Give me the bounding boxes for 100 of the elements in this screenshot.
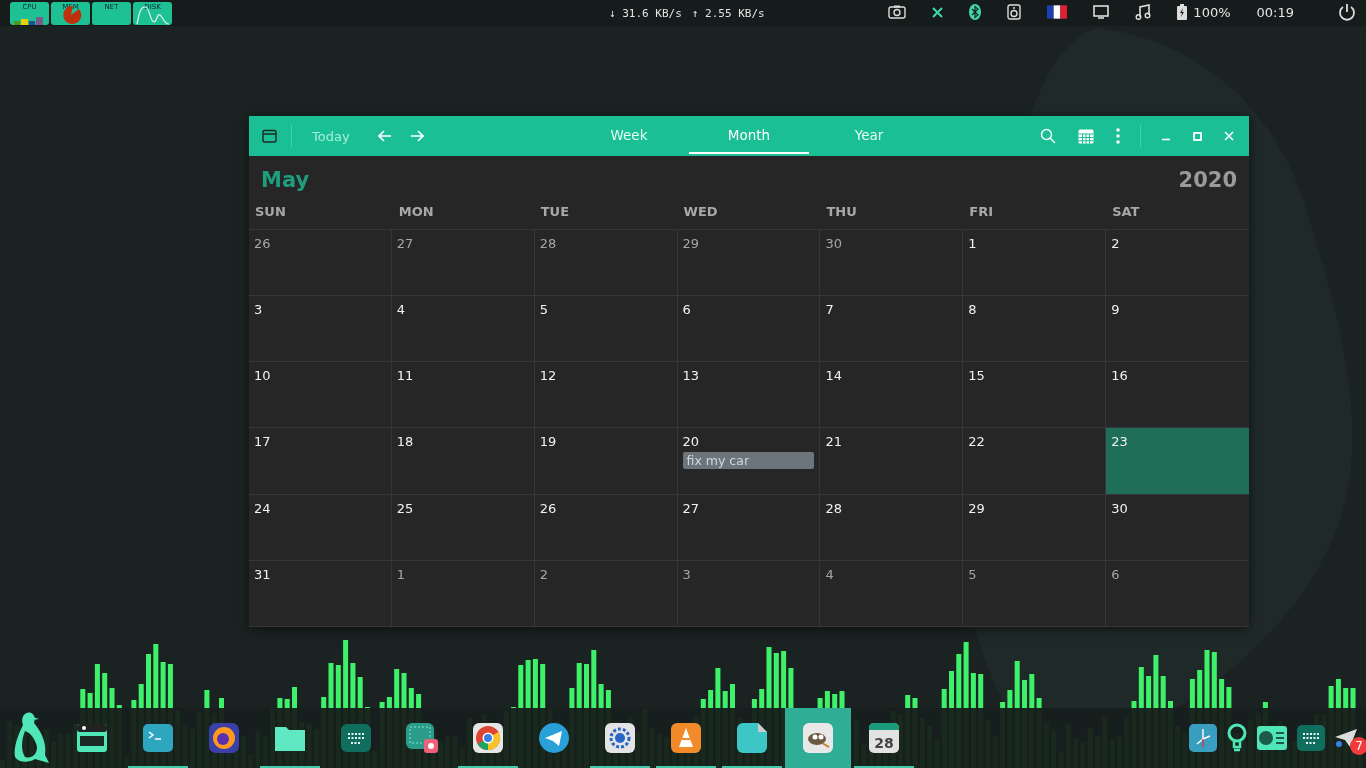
settings-icon xyxy=(604,722,636,754)
day-cell[interactable]: 9 xyxy=(1106,296,1249,363)
battery-icon[interactable] xyxy=(1177,4,1188,20)
day-cell[interactable]: 12 xyxy=(534,362,678,429)
day-number: 22 xyxy=(968,434,985,450)
day-number: 6 xyxy=(1111,566,1120,582)
day-number: 6 xyxy=(682,302,691,318)
close-icon[interactable] xyxy=(932,6,944,18)
day-cell[interactable]: 29 xyxy=(963,494,1107,561)
day-cell[interactable]: 6 xyxy=(677,296,821,363)
weekday-label: FRI xyxy=(968,203,994,219)
day-number: 5 xyxy=(539,302,548,318)
day-cell[interactable]: 29 xyxy=(677,230,821,297)
day-cell[interactable]: 25 xyxy=(391,494,535,561)
day-cell[interactable]: 31 xyxy=(249,560,392,627)
day-cell[interactable]: 23 xyxy=(1106,428,1249,495)
day-cell[interactable]: 11 xyxy=(391,362,535,429)
day-cell[interactable]: 10 xyxy=(249,362,392,429)
day-cell[interactable]: 1 xyxy=(963,230,1107,297)
day-cell[interactable]: 4 xyxy=(391,296,535,363)
weekday-label: WED xyxy=(682,203,719,219)
flag-icon[interactable] xyxy=(1047,5,1068,19)
day-cell[interactable]: 7 xyxy=(820,296,964,363)
day-cell[interactable]: 27 xyxy=(677,494,821,561)
music-icon[interactable] xyxy=(1135,4,1152,20)
radio-icon[interactable] xyxy=(1256,725,1288,751)
day-number: 24 xyxy=(254,500,271,516)
dock-item[interactable]: 28 xyxy=(851,708,917,768)
paper-plane-icon[interactable] xyxy=(1334,727,1358,749)
day-number: 1 xyxy=(968,236,977,251)
day-cell[interactable]: 2 xyxy=(534,560,678,627)
keyboard-icon[interactable] xyxy=(1296,724,1326,752)
day-cell[interactable]: 28 xyxy=(534,230,678,297)
day-cell[interactable]: 30 xyxy=(820,230,964,297)
day-cell[interactable]: 26 xyxy=(534,494,678,561)
day-cell[interactable]: 13 xyxy=(677,362,821,429)
pie-chart-icon xyxy=(60,5,82,24)
day-cell[interactable]: 1 xyxy=(391,560,535,627)
day-cell[interactable]: 21 xyxy=(820,428,964,495)
day-number: 8 xyxy=(968,302,977,318)
day-number: 12 xyxy=(539,368,557,384)
day-cell[interactable]: 5 xyxy=(963,560,1107,627)
day-cell[interactable]: 6 xyxy=(1106,560,1249,627)
weekday-label: SAT xyxy=(1111,203,1141,219)
day-number: 16 xyxy=(1111,368,1128,384)
weekday-label: MON xyxy=(397,203,435,219)
line-graph-icon xyxy=(136,4,170,25)
day-cell[interactable]: 14 xyxy=(820,362,964,429)
terminal-icon xyxy=(142,723,174,753)
day-number: 2 xyxy=(539,566,548,582)
bluetooth-icon[interactable] xyxy=(969,4,982,20)
day-number: 9 xyxy=(1111,302,1120,318)
clock[interactable]: 00:19 xyxy=(1256,4,1294,20)
clock-app-icon[interactable] xyxy=(1188,723,1218,753)
day-number: 26 xyxy=(539,500,557,516)
day-cell[interactable]: 3 xyxy=(249,296,392,363)
day-number: 28 xyxy=(825,500,842,516)
day-cell[interactable]: 18 xyxy=(391,428,535,495)
calendar-app-icon: 28 xyxy=(869,723,899,753)
day-number: 30 xyxy=(1111,500,1128,516)
screenshot-app-icon xyxy=(405,722,439,754)
speaker-icon[interactable] xyxy=(1007,4,1022,20)
day-number: 14 xyxy=(825,368,842,384)
window-icon xyxy=(76,723,108,753)
folder-icon xyxy=(274,724,306,752)
display-icon[interactable] xyxy=(1093,5,1110,19)
day-cell[interactable]: 28 xyxy=(820,494,964,561)
day-cell[interactable]: 5 xyxy=(534,296,678,363)
day-cell[interactable]: 4 xyxy=(820,560,964,627)
download-speed: ↓ 31.6 KB/s xyxy=(609,7,682,20)
day-cell[interactable]: 30 xyxy=(1106,494,1249,561)
lightbulb-icon[interactable] xyxy=(1226,723,1248,753)
day-cell[interactable]: 19 xyxy=(534,428,678,495)
day-number: 3 xyxy=(254,302,263,318)
day-number: 19 xyxy=(539,434,557,450)
day-number: 20 xyxy=(682,434,700,450)
day-cell[interactable]: 2 xyxy=(1106,230,1249,297)
day-number: 10 xyxy=(254,368,271,384)
bar-graph-icon xyxy=(13,14,43,25)
traffic-cone-icon xyxy=(670,722,702,754)
day-cell[interactable]: 3 xyxy=(677,560,821,627)
day-number: 30 xyxy=(825,236,842,251)
day-number: 17 xyxy=(254,434,271,450)
power-icon[interactable] xyxy=(1338,3,1356,21)
day-cell[interactable]: 27 xyxy=(391,230,535,297)
day-cell[interactable]: 15 xyxy=(963,362,1107,429)
screenshot-icon[interactable] xyxy=(888,5,907,19)
day-number: 1 xyxy=(396,566,406,582)
running-indicator xyxy=(722,766,782,768)
day-cell[interactable]: 24 xyxy=(249,494,392,561)
day-number: 2 xyxy=(1111,236,1120,251)
running-indicator xyxy=(128,766,188,768)
chrome-icon xyxy=(472,722,504,754)
day-cell[interactable]: 8 xyxy=(963,296,1107,363)
running-indicator xyxy=(458,766,518,768)
animal-mascot-icon xyxy=(802,722,834,754)
day-cell[interactable]: 20 fix my car xyxy=(677,428,821,495)
day-number: 5 xyxy=(968,566,977,582)
day-cell[interactable]: 17 xyxy=(249,428,392,495)
day-cell[interactable]: 26 xyxy=(249,230,392,297)
